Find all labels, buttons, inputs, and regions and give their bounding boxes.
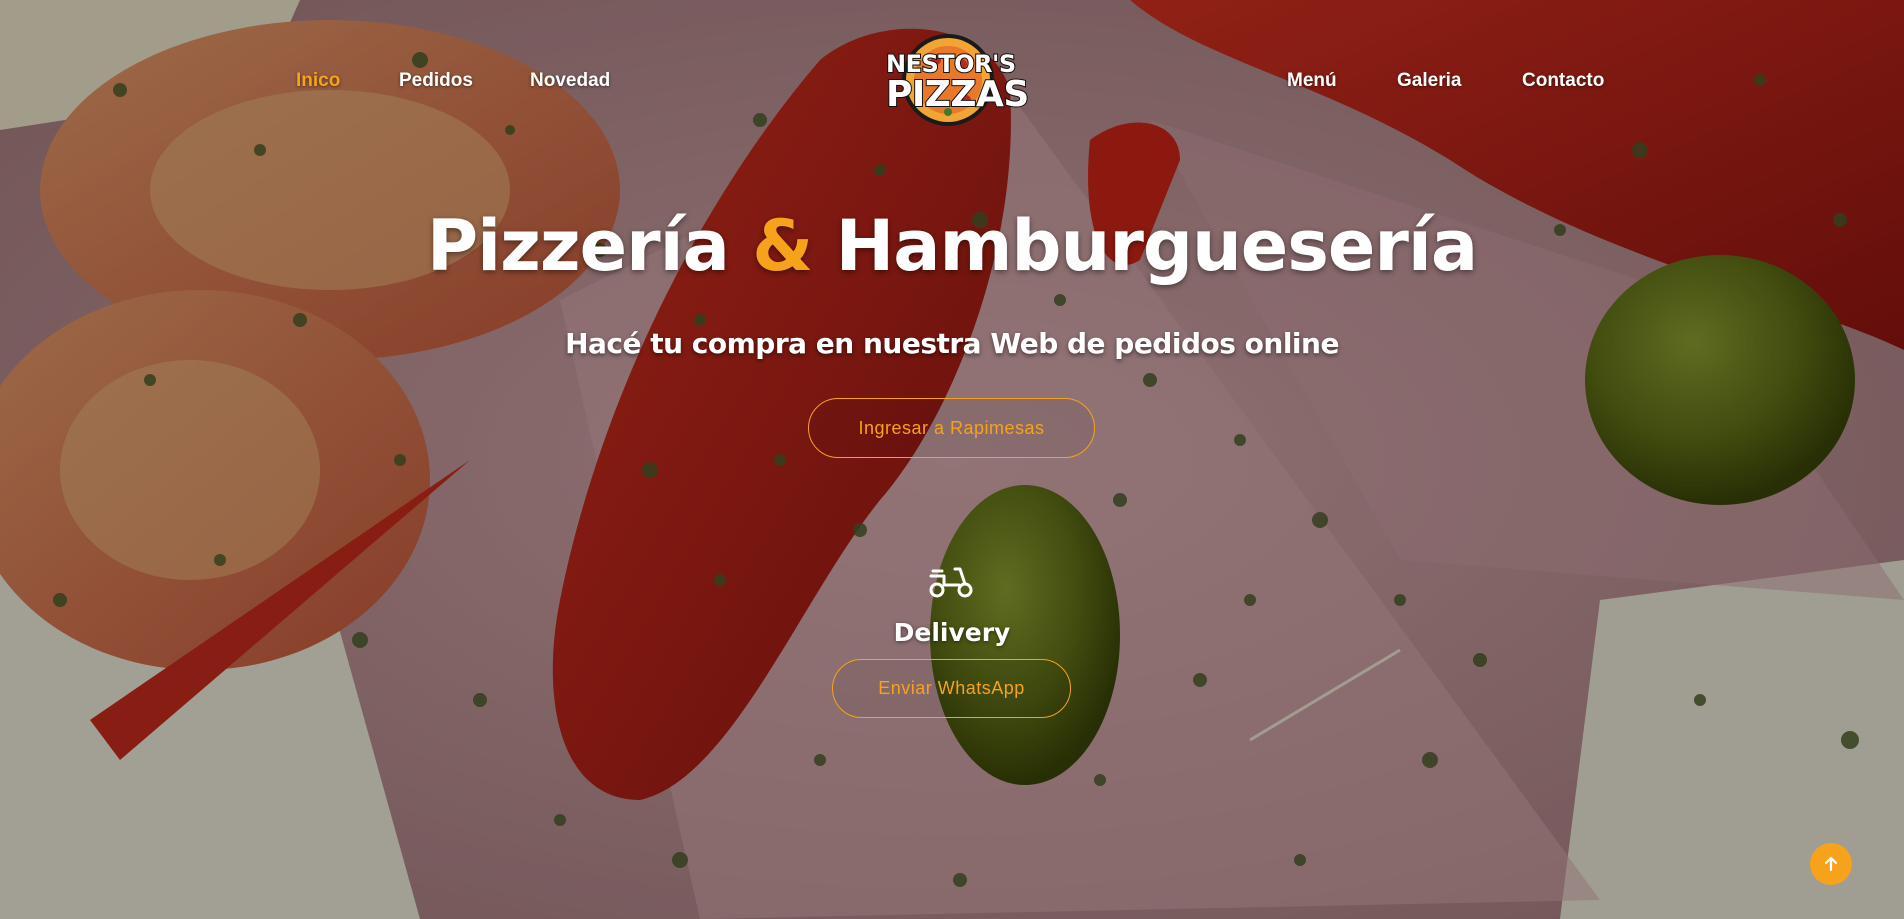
back-to-top-button[interactable]	[1810, 843, 1852, 885]
hero-title: Pizzería & Hamburguesería	[0, 205, 1904, 287]
whatsapp-button[interactable]: Enviar WhatsApp	[832, 659, 1071, 718]
hero-section: Inico Pedidos Novedad NESTOR'S PIZZAS Me…	[0, 0, 1904, 919]
logo-text-line2: PIZZAS	[885, 73, 1030, 116]
nav-item-menu[interactable]: Menú	[1287, 70, 1337, 92]
nav-item-pedidos[interactable]: Pedidos	[399, 70, 473, 92]
brand-logo[interactable]: NESTOR'S PIZZAS	[885, 30, 1030, 130]
scooter-icon	[929, 567, 973, 598]
hero-title-ampersand: &	[752, 205, 813, 287]
hero-title-part2: Hamburguesería	[835, 205, 1479, 287]
nav-item-novedad[interactable]: Novedad	[530, 70, 610, 92]
hero-subtitle: Hacé tu compra en nuestra Web de pedidos…	[565, 327, 1339, 360]
delivery-title: Delivery	[893, 618, 1011, 647]
arrow-up-icon	[1824, 856, 1838, 872]
nav-item-inicio[interactable]: Inico	[296, 70, 340, 92]
hero-title-part1: Pizzería	[426, 205, 730, 287]
main-navigation: Inico Pedidos Novedad NESTOR'S PIZZAS Me…	[0, 0, 1904, 160]
nav-item-contacto[interactable]: Contacto	[1522, 70, 1604, 92]
nav-item-galeria[interactable]: Galeria	[1397, 70, 1461, 92]
rapimesas-button[interactable]: Ingresar a Rapimesas	[808, 398, 1095, 458]
